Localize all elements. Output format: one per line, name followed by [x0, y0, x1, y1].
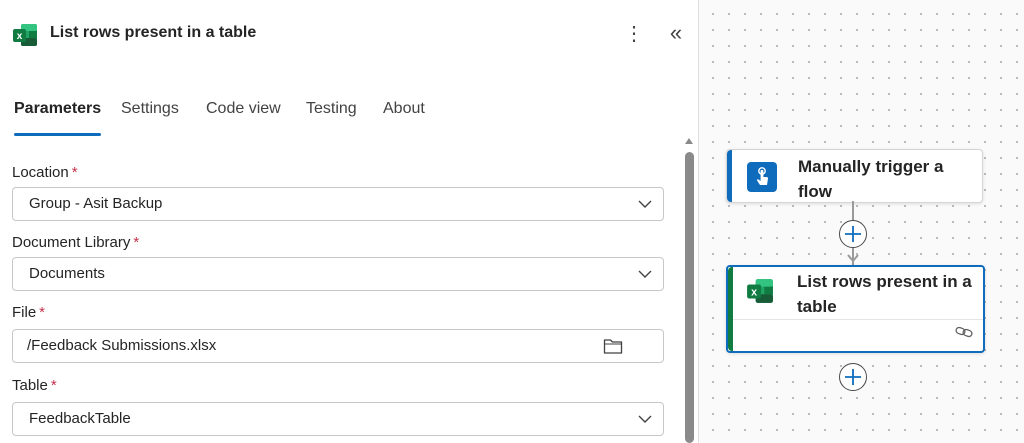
- svg-text:x: x: [17, 31, 23, 42]
- card-divider: [733, 319, 983, 320]
- svg-text:x: x: [751, 286, 757, 298]
- trigger-card-title: Manually trigger a flow: [798, 157, 944, 201]
- file-value: /Feedback Submissions.xlsx: [27, 337, 217, 354]
- add-step-button[interactable]: [839, 220, 867, 248]
- tab-testing[interactable]: Testing: [306, 100, 357, 132]
- scrollbar-thumb[interactable]: [685, 152, 694, 443]
- file-picker-field[interactable]: /Feedback Submissions.xlsx: [12, 329, 664, 363]
- trigger-action-card[interactable]: Manually trigger a flow: [726, 149, 983, 203]
- excel-icon: x: [747, 279, 773, 303]
- card-accent-bar: [728, 267, 733, 351]
- document-library-dropdown[interactable]: Documents: [12, 257, 664, 291]
- flow-canvas[interactable]: Manually trigger a flow x List rows pres…: [699, 0, 1024, 443]
- arrow-down-icon: [847, 254, 859, 263]
- add-step-button[interactable]: [839, 363, 867, 391]
- table-label-text: Table: [12, 377, 48, 394]
- table-dropdown[interactable]: FeedbackTable: [12, 402, 664, 436]
- panel-title: List rows present in a table: [50, 24, 257, 41]
- excel-card-title: List rows present in a table: [797, 272, 972, 316]
- required-mark: *: [71, 164, 78, 181]
- plus-icon: [845, 226, 861, 242]
- excel-icon: x: [13, 24, 37, 46]
- table-label: Table *: [12, 377, 57, 394]
- location-dropdown[interactable]: Group - Asit Backup: [12, 187, 664, 221]
- document-library-label: Document Library *: [12, 234, 139, 251]
- card-accent-bar: [727, 150, 732, 202]
- required-mark: *: [133, 234, 140, 251]
- location-label-text: Location: [12, 164, 69, 181]
- file-label: File *: [12, 304, 45, 321]
- chevron-down-icon: [638, 200, 652, 208]
- panel-header: x List rows present in a table ⋮ «: [0, 0, 698, 70]
- double-chevron-left-icon[interactable]: «: [664, 20, 688, 48]
- action-config-panel: x List rows present in a table ⋮ « Param…: [0, 0, 698, 443]
- tab-about[interactable]: About: [383, 100, 425, 132]
- required-mark: *: [39, 304, 46, 321]
- folder-icon[interactable]: [603, 337, 623, 355]
- location-label: Location *: [12, 164, 78, 181]
- chevron-down-icon: [638, 415, 652, 423]
- scroll-up-arrow-icon[interactable]: [685, 138, 693, 144]
- link-icon[interactable]: [955, 325, 973, 339]
- tab-settings[interactable]: Settings: [121, 100, 179, 132]
- more-vertical-icon[interactable]: ⋮: [624, 20, 644, 48]
- table-value: FeedbackTable: [29, 410, 131, 427]
- location-value: Group - Asit Backup: [29, 195, 163, 212]
- panel-scrollbar[interactable]: [682, 138, 696, 443]
- panel-tabs: Parameters Settings Code view Testing Ab…: [0, 96, 698, 136]
- file-label-text: File: [12, 304, 37, 321]
- touch-icon: [747, 162, 777, 192]
- document-library-value: Documents: [29, 265, 105, 282]
- tab-parameters[interactable]: Parameters: [14, 100, 102, 136]
- required-mark: *: [50, 377, 57, 394]
- document-library-label-text: Document Library: [12, 234, 131, 251]
- plus-icon: [845, 369, 861, 385]
- tab-code-view[interactable]: Code view: [206, 100, 281, 132]
- chevron-down-icon: [638, 270, 652, 278]
- excel-action-card[interactable]: x List rows present in a table: [726, 265, 985, 353]
